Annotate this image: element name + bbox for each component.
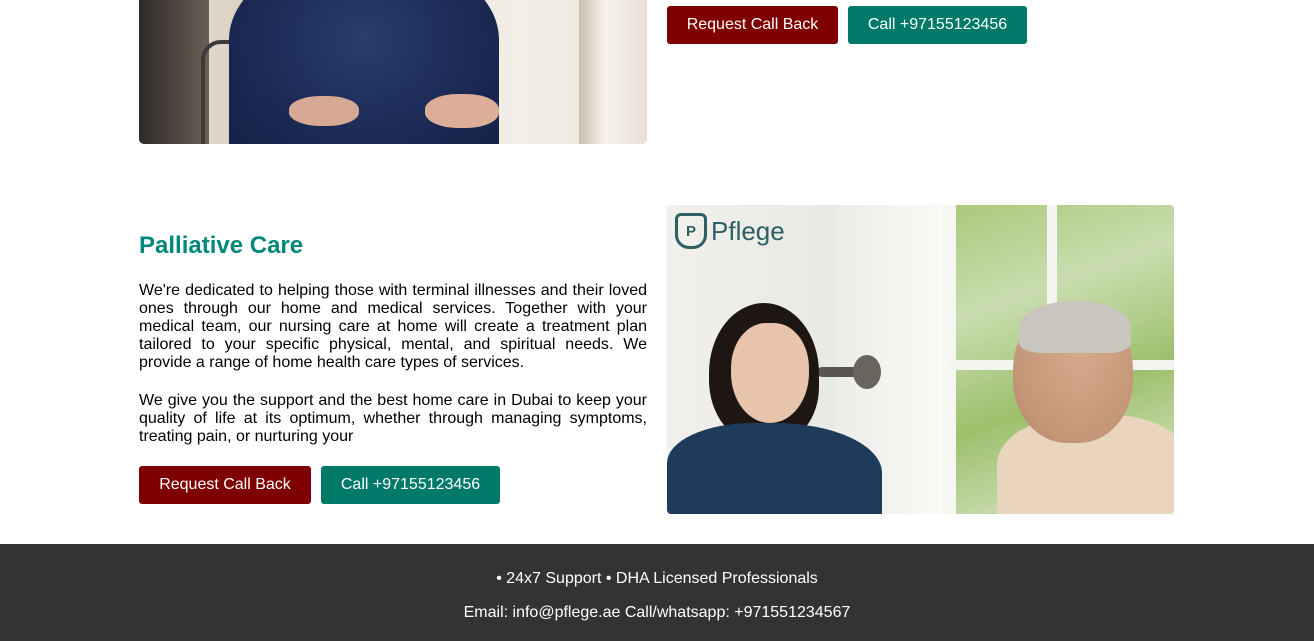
footer-contact: Email: info@pflege.ae Call/whatsapp: +97… <box>463 604 851 621</box>
section-paragraph: We're dedicated to helping those with te… <box>139 282 647 371</box>
wheelchair-photo <box>139 0 647 144</box>
footer: • 24x7 Support • DHA Licensed Profession… <box>0 544 1314 641</box>
call-phone-button[interactable]: Call +97155123456 <box>848 6 1027 44</box>
section-paragraph: We give you the support and the best hom… <box>139 392 647 445</box>
request-call-back-button[interactable]: Request Call Back <box>667 6 838 44</box>
request-call-back-button[interactable]: Request Call Back <box>139 466 311 504</box>
logo-mark-icon: P <box>675 213 707 249</box>
nurse-patient-photo: P Pflege <box>667 205 1174 514</box>
pflege-logo: P Pflege <box>675 213 785 249</box>
footer-features: • 24x7 Support • DHA Licensed Profession… <box>496 570 818 587</box>
logo-text: Pflege <box>711 215 785 246</box>
call-phone-button[interactable]: Call +97155123456 <box>321 466 500 504</box>
section-title: Palliative Care <box>139 232 304 259</box>
